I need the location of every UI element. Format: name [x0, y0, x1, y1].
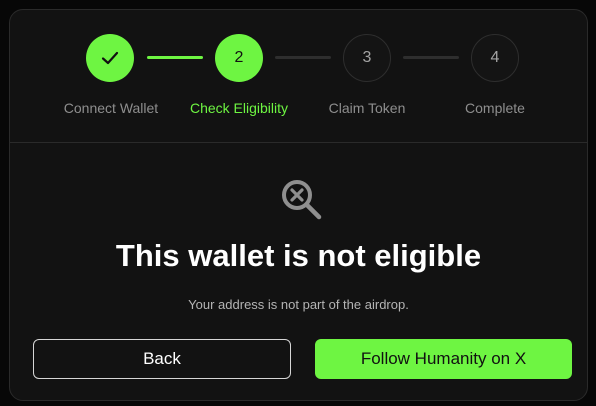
step-1-label: Connect Wallet	[63, 100, 159, 116]
step-1-complete-circle	[86, 34, 134, 82]
step-3-circle: 3	[343, 34, 391, 82]
eligibility-card: 2 3 4 Connect Wallet Check Eligibility C…	[9, 9, 588, 401]
step-connector-2	[275, 56, 331, 59]
step-4-label: Complete	[465, 100, 525, 116]
step-4-circle: 4	[471, 34, 519, 82]
step-3-label: Claim Token	[328, 100, 406, 116]
section-divider	[10, 142, 587, 143]
step-connector-3	[403, 56, 459, 59]
step-connector-1	[147, 56, 203, 59]
result-title: This wallet is not eligible	[115, 238, 482, 273]
checkmark-icon	[101, 51, 119, 65]
result-message: Your address is not part of the airdrop.	[188, 297, 409, 312]
step-2-circle: 2	[215, 34, 263, 82]
back-button[interactable]: Back	[33, 339, 291, 379]
step-2-number: 2	[234, 49, 244, 66]
step-2-label: Check Eligibility	[189, 100, 289, 116]
search-x-icon	[282, 180, 322, 220]
step-4-number: 4	[490, 49, 500, 66]
step-3-number: 3	[362, 49, 372, 66]
follow-humanity-button[interactable]: Follow Humanity on X	[315, 339, 572, 379]
back-button-label: Back	[143, 349, 181, 368]
follow-button-label: Follow Humanity on X	[360, 349, 527, 368]
